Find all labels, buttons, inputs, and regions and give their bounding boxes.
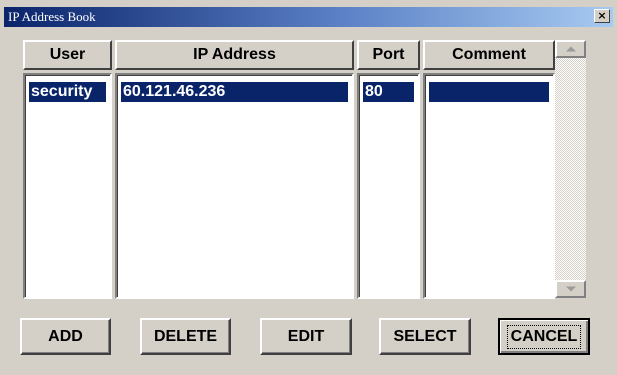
select-button[interactable]: SELECT — [379, 318, 471, 355]
column-header-comment-label: Comment — [452, 46, 526, 63]
column-header-ip-address[interactable]: IP Address — [115, 40, 354, 70]
port-listbox[interactable]: 80 — [357, 73, 420, 299]
edit-button[interactable]: EDIT — [260, 318, 352, 355]
comment-listbox[interactable] — [423, 73, 555, 299]
add-button-label: ADD — [48, 327, 83, 345]
ip-address-book-dialog: IP Address Book × User IP Address Port C… — [0, 0, 617, 375]
column-header-port-label: Port — [372, 46, 405, 63]
title-bar[interactable]: IP Address Book × — [4, 7, 613, 27]
column-header-comment[interactable]: Comment — [423, 40, 555, 70]
add-button[interactable]: ADD — [20, 318, 111, 355]
ip-address-listbox[interactable]: 60.121.46.236 — [115, 73, 354, 299]
column-header-port[interactable]: Port — [357, 40, 420, 70]
cancel-button-label: CANCEL — [506, 324, 582, 349]
delete-button[interactable]: DELETE — [140, 318, 231, 355]
column-header-user-label: User — [49, 46, 86, 63]
edit-button-label: EDIT — [287, 327, 325, 345]
port-list-item-selected[interactable]: 80 — [363, 82, 414, 102]
scroll-up-button[interactable] — [555, 40, 586, 58]
comment-list-item-selected[interactable] — [429, 82, 549, 102]
close-button[interactable]: × — [594, 9, 610, 23]
cancel-button[interactable]: CANCEL — [498, 318, 590, 355]
ip-address-list-item-selected[interactable]: 60.121.46.236 — [121, 82, 348, 102]
user-listbox[interactable]: security — [23, 73, 112, 299]
window-title: IP Address Book — [8, 9, 96, 24]
vertical-scrollbar[interactable] — [555, 40, 586, 298]
scroll-down-button[interactable] — [555, 280, 586, 298]
user-list-item-selected[interactable]: security — [29, 82, 106, 102]
column-header-user[interactable]: User — [23, 40, 112, 70]
select-button-label: SELECT — [393, 327, 457, 345]
close-icon: × — [597, 9, 607, 22]
column-header-ip-address-label: IP Address — [193, 46, 276, 63]
scroll-up-arrow-icon — [565, 46, 576, 52]
scroll-down-arrow-icon — [565, 286, 576, 292]
delete-button-label: DELETE — [153, 327, 218, 345]
